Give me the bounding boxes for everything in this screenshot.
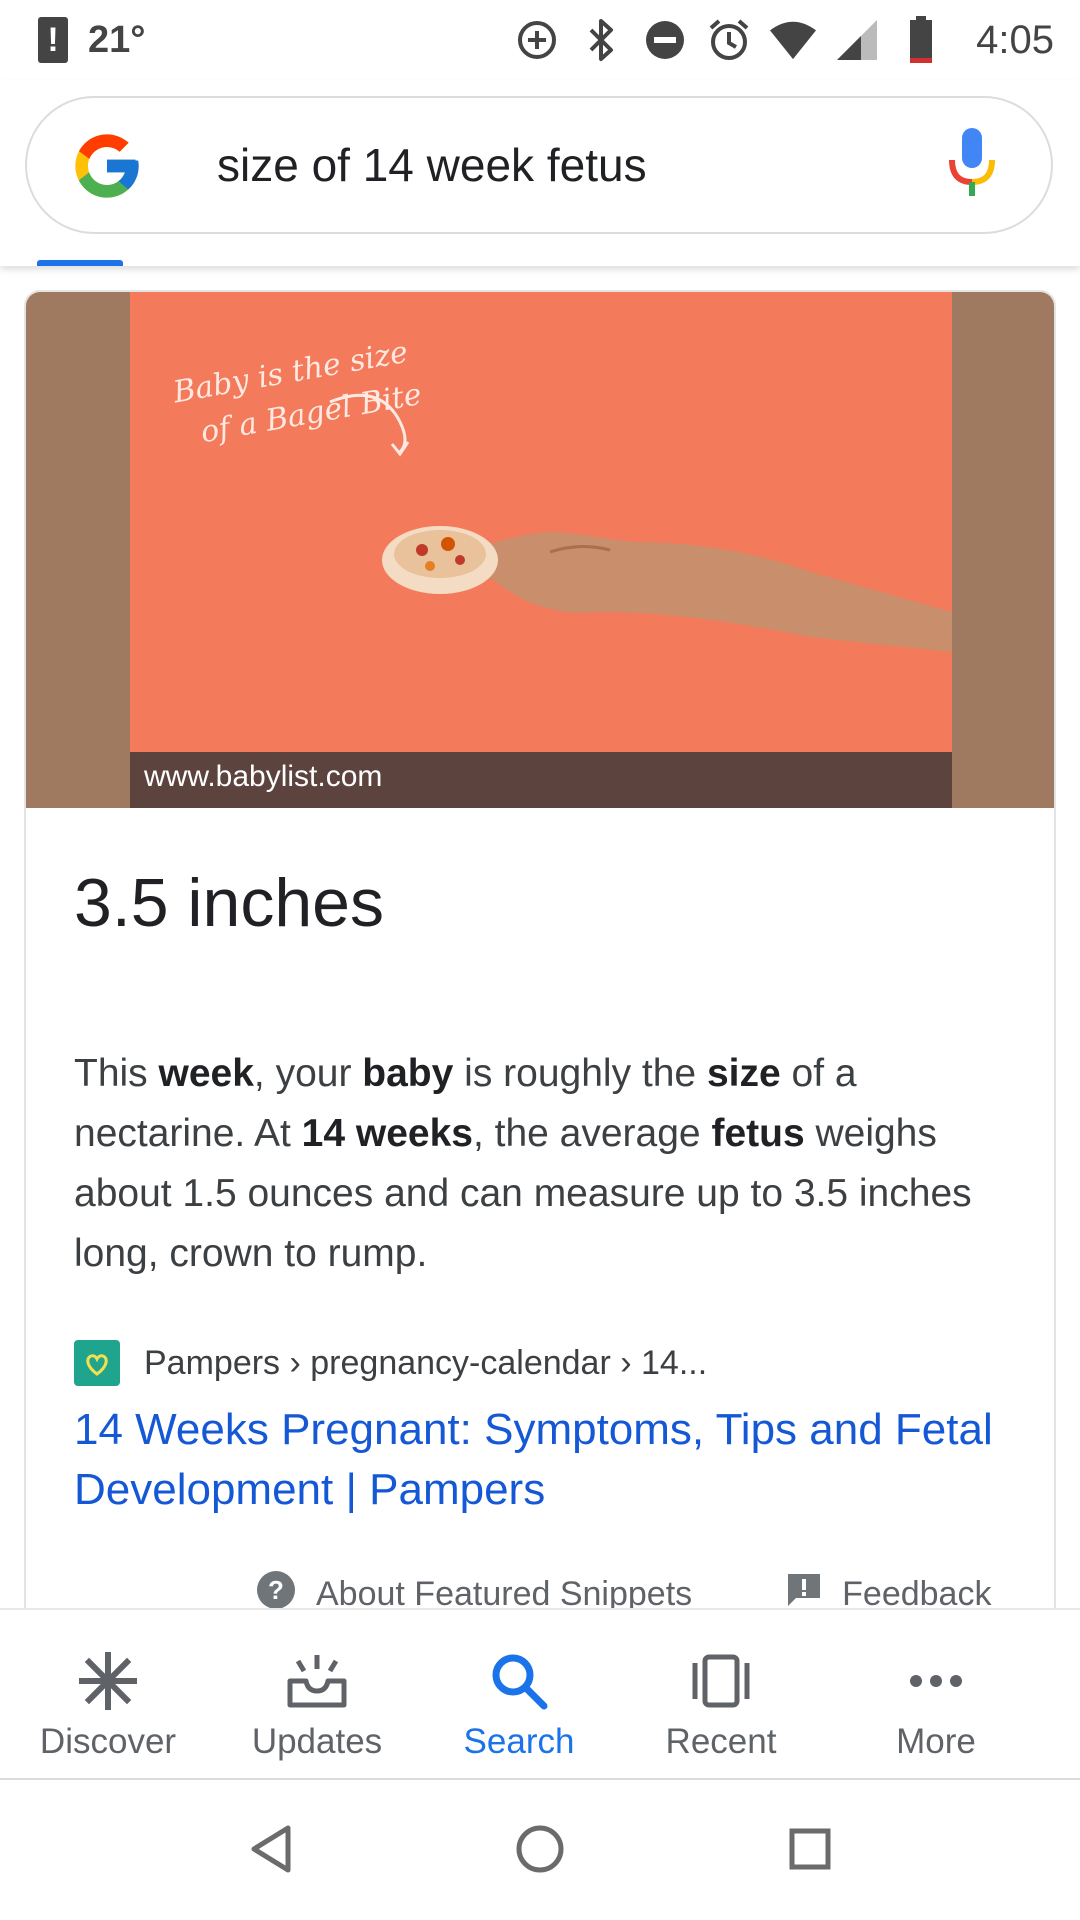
nav-more[interactable]: More (822, 1610, 1050, 1778)
snippet-text-run: , your (253, 1052, 363, 1095)
alert-icon (38, 17, 68, 63)
hand-holding-bagel-bite-illustration (329, 393, 952, 652)
snippet-answer: 3.5 inches (74, 865, 384, 941)
temperature: 21° (88, 18, 146, 61)
snippet-source[interactable]: Pampers › pregnancy-calendar › 14... (74, 1340, 707, 1386)
snippet-bold-term: baby (362, 1052, 454, 1095)
image-caption-bar: www.babylist.com (130, 752, 952, 808)
nav-discover-label: Discover (39, 1722, 177, 1761)
snippet-image-content: Baby is the size of a Bagel Bite www.bab… (130, 292, 952, 808)
status-bar: 21° 4:05 (0, 0, 1080, 80)
google-g-logo[interactable] (69, 128, 145, 204)
nav-discover[interactable]: Discover (0, 1610, 216, 1778)
snippet-bold-term: week (158, 1052, 254, 1095)
nav-search[interactable]: Search (418, 1610, 620, 1778)
home-circle-icon (516, 1825, 564, 1873)
svg-text:?: ? (268, 1575, 284, 1605)
nav-recent-label: Recent (665, 1722, 777, 1761)
asterisk-icon (78, 1646, 138, 1716)
mic-icon[interactable] (947, 126, 997, 206)
search-header: size of 14 week fetus (0, 80, 1080, 266)
nav-updates[interactable]: Updates (216, 1610, 418, 1778)
battery-icon (898, 16, 944, 63)
signal-icon (834, 17, 880, 63)
do-not-disturb-icon (642, 17, 688, 63)
home-button[interactable] (505, 1814, 575, 1884)
recent-cards-icon (689, 1646, 753, 1716)
snippet-text-run: is roughly the (453, 1052, 707, 1095)
status-right: 4:05 (514, 12, 1054, 68)
snippet-text: This week, your baby is roughly the size… (74, 1044, 1014, 1284)
status-left: 21° (38, 12, 145, 68)
search-icon (489, 1646, 549, 1716)
bluetooth-icon (578, 17, 624, 63)
nav-updates-label: Updates (251, 1722, 383, 1761)
featured-snippet-card: Baby is the size of a Bagel Bite www.bab… (24, 290, 1056, 1620)
pampers-favicon (74, 1340, 120, 1386)
nav-more-label: More (896, 1722, 976, 1761)
snippet-image[interactable]: Baby is the size of a Bagel Bite www.bab… (26, 292, 1054, 808)
snippet-bold-term: 14 weeks (301, 1112, 473, 1155)
more-dots-icon (909, 1646, 963, 1716)
source-breadcrumb: Pampers › pregnancy-calendar › 14... (144, 1343, 708, 1382)
nav-recent[interactable]: Recent (620, 1610, 822, 1778)
back-triangle-icon (251, 1825, 291, 1873)
clock: 4:05 (976, 17, 1054, 62)
search-query[interactable]: size of 14 week fetus (217, 138, 647, 192)
snippet-text-run: This (74, 1052, 159, 1095)
snippet-text-run: , the average (472, 1112, 712, 1155)
tab-indicator (37, 260, 123, 266)
search-box[interactable]: size of 14 week fetus (25, 96, 1053, 234)
data-saver-icon (514, 17, 560, 63)
updates-tray-icon (286, 1646, 348, 1716)
snippet-bold-term: fetus (711, 1112, 805, 1155)
image-source-url[interactable]: www.babylist.com (144, 760, 382, 794)
result-title-link[interactable]: 14 Weeks Pregnant: Symptoms, Tips and Fe… (74, 1400, 1014, 1520)
wifi-icon (770, 17, 817, 63)
alarm-icon (706, 17, 752, 63)
nav-search-label: Search (463, 1722, 575, 1761)
back-button[interactable] (236, 1814, 306, 1884)
overview-button[interactable] (775, 1814, 845, 1884)
system-navigation-bar (0, 1778, 1080, 1920)
snippet-bold-term: size (706, 1052, 781, 1095)
bottom-navigation: Discover Updates Search Recent More (0, 1608, 1080, 1780)
overview-square-icon (789, 1828, 831, 1870)
